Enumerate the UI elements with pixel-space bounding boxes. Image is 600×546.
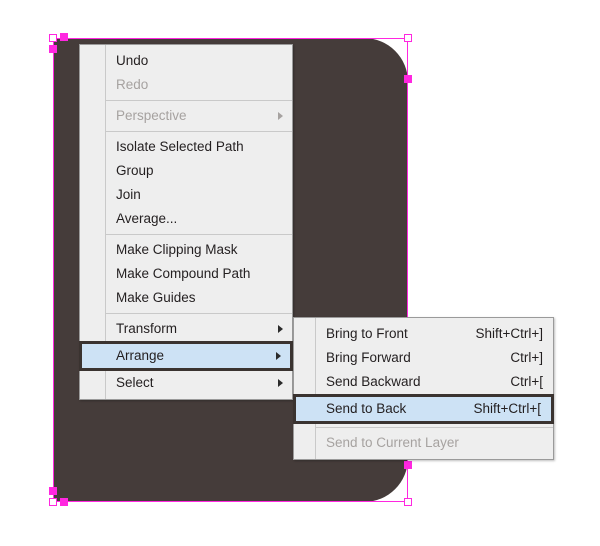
menu-item-perspective: Perspective	[80, 104, 292, 128]
selection-anchor-left-lower[interactable]	[49, 487, 57, 495]
context-menu[interactable]: Undo Redo Perspective Isolate Selected Path…	[79, 44, 293, 400]
menu-item-arrange[interactable]: Arrange	[79, 341, 293, 371]
selection-anchor-left-upper[interactable]	[49, 45, 57, 53]
selection-anchor-top-left[interactable]	[60, 33, 68, 41]
arrange-submenu-items: Bring to Front Shift+Ctrl+] Bring Forward C…	[293, 318, 554, 459]
menu-item-label: Isolate Selected Path	[116, 139, 244, 154]
selection-handle-bottom-left[interactable]	[49, 498, 57, 506]
menu-item-label: Make Compound Path	[116, 266, 251, 281]
arrange-submenu[interactable]: Bring to Front Shift+Ctrl+] Bring Forward C…	[293, 317, 554, 460]
menu-item-join[interactable]: Join	[80, 183, 292, 207]
menu-item-label: Transform	[116, 321, 178, 336]
chevron-right-icon	[278, 112, 283, 120]
submenu-item-bring-forward[interactable]: Bring Forward Ctrl+]	[294, 346, 553, 370]
submenu-item-shortcut: Ctrl+]	[510, 350, 543, 365]
menu-item-label: Undo	[116, 53, 149, 68]
submenu-item-label: Send to Current Layer	[326, 435, 459, 450]
selection-anchor-bottom-left[interactable]	[60, 498, 68, 506]
menu-item-group[interactable]: Group	[80, 159, 292, 183]
menu-separator	[106, 234, 292, 235]
menu-item-average[interactable]: Average...	[80, 207, 292, 231]
menu-item-transform[interactable]: Transform	[80, 317, 292, 341]
menu-item-label: Make Clipping Mask	[116, 242, 238, 257]
selection-handle-top-left[interactable]	[49, 34, 57, 42]
chevron-right-icon	[276, 352, 281, 360]
submenu-item-shortcut: Shift+Ctrl+[	[473, 401, 541, 416]
menu-item-make-guides[interactable]: Make Guides	[80, 286, 292, 310]
chevron-right-icon	[278, 379, 283, 387]
menu-item-label: Arrange	[116, 348, 165, 363]
submenu-item-label: Send to Back	[326, 401, 407, 416]
menu-item-label: Group	[116, 163, 154, 178]
menu-item-make-clipping-mask[interactable]: Make Clipping Mask	[80, 238, 292, 262]
menu-item-label: Make Guides	[116, 290, 196, 305]
menu-item-label: Redo	[116, 77, 149, 92]
menu-item-label: Join	[116, 187, 141, 202]
selection-anchor-right-upper[interactable]	[404, 75, 412, 83]
submenu-item-send-to-back[interactable]: Send to Back Shift+Ctrl+[	[293, 394, 554, 424]
menu-item-select[interactable]: Select	[80, 371, 292, 395]
submenu-item-label: Bring Forward	[326, 350, 411, 365]
menu-separator	[106, 100, 292, 101]
submenu-item-shortcut: Shift+Ctrl+]	[475, 326, 543, 341]
menu-separator	[106, 131, 292, 132]
menu-item-label: Average...	[116, 211, 178, 226]
submenu-separator	[316, 427, 553, 428]
menu-item-isolate-selected-path[interactable]: Isolate Selected Path	[80, 135, 292, 159]
menu-item-label: Perspective	[116, 108, 187, 123]
menu-item-label: Select	[116, 375, 154, 390]
submenu-item-send-to-current-layer: Send to Current Layer	[294, 431, 553, 455]
submenu-item-shortcut: Ctrl+[	[510, 374, 543, 389]
menu-item-redo: Redo	[80, 73, 292, 97]
submenu-item-label: Bring to Front	[326, 326, 408, 341]
selection-handle-top-right[interactable]	[404, 34, 412, 42]
selection-anchor-right-lower[interactable]	[404, 461, 412, 469]
menu-item-undo[interactable]: Undo	[80, 49, 292, 73]
submenu-item-bring-to-front[interactable]: Bring to Front Shift+Ctrl+]	[294, 322, 553, 346]
context-menu-items: Undo Redo Perspective Isolate Selected Path…	[79, 45, 293, 399]
chevron-right-icon	[278, 325, 283, 333]
submenu-item-send-backward[interactable]: Send Backward Ctrl+[	[294, 370, 553, 394]
menu-item-make-compound-path[interactable]: Make Compound Path	[80, 262, 292, 286]
selection-handle-bottom-right[interactable]	[404, 498, 412, 506]
illustration-canvas: Undo Redo Perspective Isolate Selected Path…	[0, 0, 600, 546]
menu-separator	[106, 313, 292, 314]
submenu-item-label: Send Backward	[326, 374, 421, 389]
